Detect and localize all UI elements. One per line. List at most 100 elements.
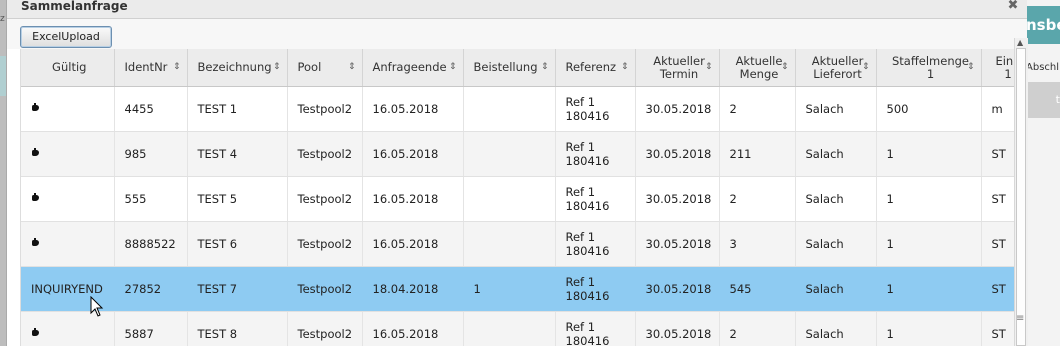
cell-bez[interactable]: TEST 4 [187,131,288,177]
cell-ref[interactable]: Ref 1 180416 [555,311,636,346]
column-header-staffelmenge-1[interactable]: Staffelmenge 1 ⇕ [876,49,982,87]
sort-arrows-icon[interactable]: ⇕ [449,61,457,74]
sort-arrows-icon[interactable]: ⇕ [173,61,181,74]
scrollbar-thumb[interactable] [1016,48,1026,346]
cell-staffel[interactable]: 500 [876,86,982,132]
cell-ort[interactable]: Salach [795,131,877,177]
cell-ref[interactable]: Ref 1 180416 [555,221,636,267]
cell-einh[interactable]: m [981,86,1015,132]
table-row[interactable]: 5887 TEST 8 Testpool2 16.05.2018 Ref 1 180416… [21,311,1015,346]
cell-gueltig[interactable] [21,131,115,177]
cell-termin[interactable]: 30.05.2018 [635,176,720,222]
cell-ref[interactable]: Ref 1 180416 [555,86,636,132]
cell-bez[interactable]: TEST 1 [187,86,288,132]
cell-menge[interactable]: 2 [719,86,796,132]
column-header-gueltig[interactable]: Gültig [21,49,115,87]
vertical-scrollbar[interactable]: ▲ ≡ [1014,38,1028,346]
cell-ende[interactable]: 16.05.2018 [362,131,464,177]
cell-beist[interactable] [463,86,556,132]
sort-arrows-icon[interactable]: ⇕ [621,61,629,74]
cell-menge[interactable]: 2 [719,311,796,346]
cell-bez[interactable]: TEST 7 [187,266,288,312]
cell-ende[interactable]: 16.05.2018 [362,221,464,267]
excel-upload-button[interactable]: ExcelUpload [20,26,112,48]
cell-pool[interactable]: Testpool2 [287,131,363,177]
cell-staffel[interactable]: 1 [876,266,982,312]
cell-termin[interactable]: 30.05.2018 [635,311,720,346]
column-header-bezeichnung[interactable]: Bezeichnung ⇕ [187,49,288,87]
cell-ende[interactable]: 18.04.2018 [362,266,464,312]
cell-ref[interactable]: Ref 1 180416 [555,131,636,177]
cell-ort[interactable]: Salach [795,176,877,222]
sort-arrows-icon[interactable]: ⇕ [541,61,549,74]
column-header-identnr[interactable]: IdentNr ⇕ [114,49,188,87]
cell-einh[interactable]: ST [981,221,1015,267]
cell-ident[interactable]: 8888522 [114,221,188,267]
cell-menge[interactable]: 2 [719,176,796,222]
cell-pool[interactable]: Testpool2 [287,266,363,312]
cell-termin[interactable]: 30.05.2018 [635,86,720,132]
close-icon[interactable]: ✖ [1006,0,1020,13]
scroll-up-arrow-icon[interactable]: ▲ [1017,38,1023,47]
sort-arrows-icon[interactable]: ⇕ [862,61,870,74]
cell-gueltig[interactable] [21,176,115,222]
cell-ort[interactable]: Salach [795,266,877,312]
column-header-einheit-1[interactable]: Einh1 [981,49,1015,87]
cell-bez[interactable]: TEST 6 [187,221,288,267]
column-header-beistellung[interactable]: Beistellung ⇕ [463,49,556,87]
cell-ref[interactable]: Ref 1 180416 [555,266,636,312]
cell-menge[interactable]: 3 [719,221,796,267]
cell-termin[interactable]: 30.05.2018 [635,221,720,267]
cell-beist[interactable] [463,311,556,346]
cell-pool[interactable]: Testpool2 [287,221,363,267]
cell-ende[interactable]: 16.05.2018 [362,86,464,132]
table-row[interactable]: 4455 TEST 1 Testpool2 16.05.2018 Ref 1 180416… [21,86,1015,132]
cell-bez[interactable]: TEST 8 [187,311,288,346]
cell-termin[interactable]: 30.05.2018 [635,266,720,312]
cell-ort[interactable]: Salach [795,86,877,132]
table-row[interactable]: INQUIRYEND 27852 TEST 7 Testpool2 18.04.2018… [21,266,1015,312]
sort-arrows-icon[interactable]: ⇕ [705,61,713,74]
cell-einh[interactable]: ST [981,266,1015,312]
cell-ref[interactable]: Ref 1 180416 [555,176,636,222]
column-header-aktueller-lieferort[interactable]: Aktueller Lieferort ⇕ [795,49,877,87]
cell-beist[interactable] [463,131,556,177]
cell-staffel[interactable]: 1 [876,311,982,346]
cell-beist[interactable]: 1 [463,266,556,312]
cell-ident[interactable]: 985 [114,131,188,177]
cell-beist[interactable] [463,221,556,267]
cell-einh[interactable]: ST [981,311,1015,346]
cell-beist[interactable] [463,176,556,222]
cell-ident[interactable]: 5887 [114,311,188,346]
cell-staffel[interactable]: 1 [876,176,982,222]
cell-ort[interactable]: Salach [795,311,877,346]
table-row[interactable]: 8888522 TEST 6 Testpool2 16.05.2018 Ref 1 180… [21,221,1015,267]
cell-staffel[interactable]: 1 [876,221,982,267]
cell-ende[interactable]: 16.05.2018 [362,311,464,346]
column-header-aktuelle-menge[interactable]: Aktuelle Menge ⇕ [719,49,796,87]
cell-bez[interactable]: TEST 5 [187,176,288,222]
cell-pool[interactable]: Testpool2 [287,176,363,222]
cell-ident[interactable]: 27852 [114,266,188,312]
cell-termin[interactable]: 30.05.2018 [635,131,720,177]
cell-gueltig[interactable] [21,221,115,267]
table-row[interactable]: 985 TEST 4 Testpool2 16.05.2018 Ref 1 180416 3… [21,131,1015,177]
column-header-anfrageende[interactable]: Anfrageende ⇕ [362,49,464,87]
cell-ende[interactable]: 16.05.2018 [362,176,464,222]
cell-gueltig[interactable] [21,86,115,132]
column-header-referenz[interactable]: Referenz ⇕ [555,49,636,87]
cell-einh[interactable]: ST [981,176,1015,222]
cell-ident[interactable]: 555 [114,176,188,222]
cell-menge[interactable]: 211 [719,131,796,177]
cell-staffel[interactable]: 1 [876,131,982,177]
column-header-pool[interactable]: Pool ⇕ [287,49,363,87]
cell-einh[interactable]: ST [981,131,1015,177]
sort-arrows-icon[interactable]: ⇕ [273,61,281,74]
cell-pool[interactable]: Testpool2 [287,311,363,346]
sort-arrows-icon[interactable]: ⇕ [967,61,975,74]
table-row[interactable]: 555 TEST 5 Testpool2 16.05.2018 Ref 1 180416 3… [21,176,1015,222]
cell-pool[interactable]: Testpool2 [287,86,363,132]
dialog-titlebar[interactable]: Sammelanfrage ✖ [7,0,1027,19]
column-header-aktueller-termin[interactable]: Aktueller Termin ⇕ [635,49,720,87]
cell-ident[interactable]: 4455 [114,86,188,132]
